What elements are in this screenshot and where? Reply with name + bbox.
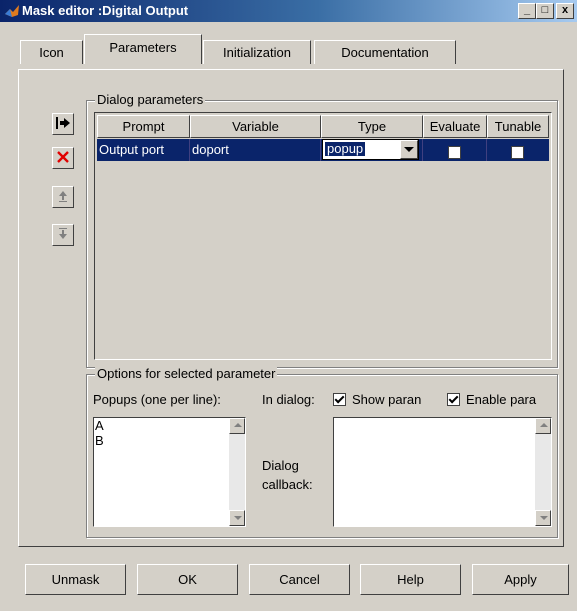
tab-initialization[interactable]: Initialization: [203, 40, 311, 64]
popups-scrollbar[interactable]: [229, 418, 245, 526]
add-parameter-icon: [56, 117, 70, 129]
window-title: Mask editor :Digital Output: [22, 3, 189, 18]
in-dialog-label: In dialog:: [262, 392, 315, 407]
dropdown-arrow-button[interactable]: [400, 140, 418, 159]
dialog-callback-textarea[interactable]: [333, 417, 552, 527]
move-down-button[interactable]: [52, 224, 74, 246]
dialog-callback-label-2: callback:: [262, 477, 313, 492]
show-parameter-label: Show paran: [352, 392, 422, 407]
tab-icon[interactable]: Icon: [20, 40, 83, 64]
evaluate-checkbox[interactable]: [448, 146, 461, 159]
scroll-up-button[interactable]: [535, 418, 551, 434]
popup-option: A: [95, 418, 104, 433]
ok-button[interactable]: OK: [137, 564, 238, 595]
delete-parameter-button[interactable]: [52, 147, 74, 169]
enable-parameter-label: Enable para: [466, 392, 537, 407]
show-parameter-checkbox[interactable]: [333, 393, 346, 406]
popups-label: Popups (one per line):: [93, 392, 221, 407]
type-dropdown[interactable]: popup: [322, 139, 419, 160]
scroll-up-button[interactable]: [229, 418, 245, 434]
close-button[interactable]: x: [556, 3, 574, 19]
unmask-button[interactable]: Unmask: [25, 564, 126, 595]
dialog-callback-label-1: Dialog: [262, 458, 299, 473]
arrow-down-icon: [540, 516, 548, 520]
chevron-down-icon: [404, 147, 414, 152]
move-up-icon: [59, 191, 67, 202]
apply-button[interactable]: Apply: [472, 564, 569, 595]
matlab-icon: [4, 3, 20, 19]
options-legend: Options for selected parameter: [95, 366, 278, 381]
arrow-down-icon: [234, 516, 242, 520]
scroll-down-button[interactable]: [229, 510, 245, 526]
column-header-type[interactable]: Type: [321, 115, 423, 138]
tab-documentation[interactable]: Documentation: [314, 40, 456, 64]
minimize-button[interactable]: _: [518, 3, 536, 19]
popups-textarea[interactable]: A B: [93, 417, 246, 527]
column-header-tunable[interactable]: Tunable: [487, 115, 549, 138]
delete-parameter-icon: [57, 151, 69, 163]
dialog-parameters-legend: Dialog parameters: [95, 92, 206, 107]
help-button[interactable]: Help: [360, 564, 461, 595]
mask-editor-window: Mask editor :Digital Output _ □ x Icon P…: [0, 0, 577, 611]
callback-scrollbar[interactable]: [535, 418, 551, 526]
title-bar[interactable]: Mask editor :Digital Output _ □ x: [0, 0, 577, 22]
scroll-down-button[interactable]: [535, 510, 551, 526]
column-header-variable[interactable]: Variable: [190, 115, 321, 138]
move-down-icon: [59, 228, 67, 239]
add-parameter-button[interactable]: [52, 113, 74, 135]
cancel-button[interactable]: Cancel: [249, 564, 350, 595]
popup-option: B: [95, 433, 104, 448]
arrow-up-icon: [540, 423, 548, 427]
maximize-button[interactable]: □: [536, 3, 554, 19]
tab-parameters[interactable]: Parameters: [84, 34, 202, 64]
arrow-up-icon: [234, 423, 242, 427]
column-header-evaluate[interactable]: Evaluate: [423, 115, 487, 138]
move-up-button[interactable]: [52, 186, 74, 208]
tunable-checkbox[interactable]: [511, 146, 524, 159]
enable-parameter-checkbox[interactable]: [447, 393, 460, 406]
type-dropdown-value: popup: [325, 141, 366, 156]
column-header-prompt[interactable]: Prompt: [97, 115, 190, 138]
cell-prompt[interactable]: Output port: [97, 139, 190, 161]
cell-variable[interactable]: doport: [190, 139, 321, 161]
